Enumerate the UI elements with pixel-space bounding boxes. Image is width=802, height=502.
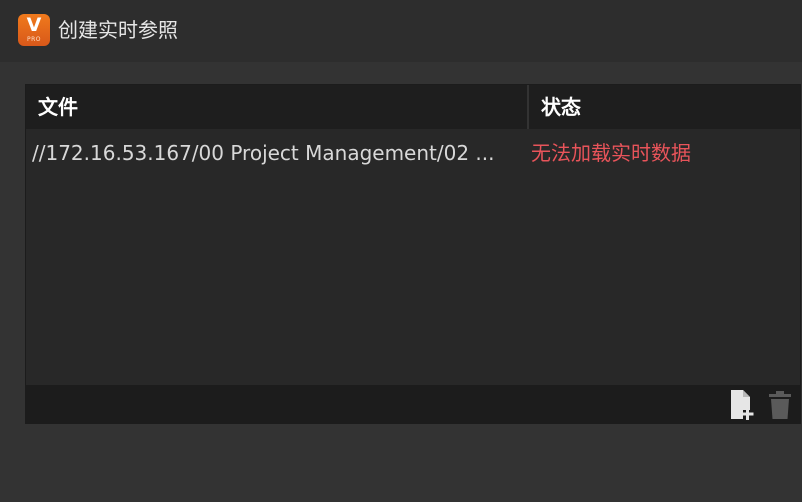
create-live-reference-window: V PRO 创建实时参照 文件 状态 //172.16.53.167/00 Pr… [0, 0, 802, 502]
trash-icon[interactable] [767, 389, 793, 421]
table-toolbar [26, 385, 800, 423]
column-header-file[interactable]: 文件 [38, 85, 78, 129]
table-row[interactable]: //172.16.53.167/00 Project Management/02… [26, 133, 800, 173]
app-icon-letter: V [26, 14, 42, 36]
file-path-cell[interactable]: //172.16.53.167/00 Project Management/02… [32, 139, 522, 167]
title-bar: V PRO 创建实时参照 [0, 0, 802, 62]
column-separator[interactable] [527, 85, 529, 129]
window-title: 创建实时参照 [58, 18, 178, 42]
live-reference-table-panel: 文件 状态 //172.16.53.167/00 Project Managem… [25, 84, 801, 424]
vred-app-icon: V PRO [18, 14, 50, 46]
add-file-icon[interactable] [729, 389, 755, 421]
status-cell: 无法加载实时数据 [531, 141, 691, 165]
column-header-status[interactable]: 状态 [541, 85, 581, 129]
app-icon-sub-label: PRO [26, 36, 41, 43]
table-header: 文件 状态 [26, 85, 800, 129]
